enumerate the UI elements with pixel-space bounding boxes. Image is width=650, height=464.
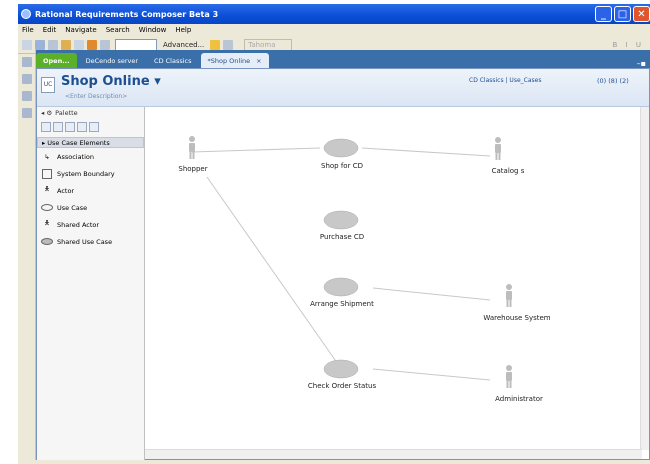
close-button[interactable]: ✕ [633,6,650,22]
properties-icon[interactable] [22,91,32,101]
grid-icon[interactable] [89,122,99,132]
breadcrumb[interactable]: CD Classics | Use_Cases [469,77,541,84]
title-bar: Rational Requirements Composer Beta 3 _ … [18,4,650,24]
palette: ◂ ⚙ Palette ▸ Use Case Elements ↳ Associa… [37,107,145,460]
menu-help[interactable]: Help [175,26,191,34]
format-buttons[interactable]: B I U [613,41,650,49]
palette-section-use-case-elements[interactable]: ▸ Use Case Elements [37,137,144,148]
explorer-icon[interactable] [22,74,32,84]
minimize-icon[interactable]: –▪ [637,59,650,68]
horizontal-scrollbar[interactable] [145,449,642,459]
actor-label-catalog[interactable]: Catalog s [492,167,525,175]
menu-navigate[interactable]: Navigate [65,26,96,34]
use-case-label-purchase[interactable]: Purchase CD [320,233,364,241]
actor-label-administrator[interactable]: Administrator [495,395,543,403]
diagram-editor: UC Shop Online ▾ <Enter Description> CD … [36,68,650,460]
maximize-button[interactable]: □ [614,6,631,22]
font-select[interactable]: Tahoma [244,38,293,51]
association-check-admin[interactable] [372,368,491,381]
actor-figure[interactable] [506,284,512,307]
menu-window[interactable]: Window [139,26,167,34]
use-case-label-check[interactable]: Check Order Status [308,382,376,390]
association-arrange-warehouse[interactable] [372,287,491,301]
print-icon[interactable] [48,39,58,50]
tab-decendo-server[interactable]: DeCendo server [79,53,145,68]
nav-icon[interactable] [223,39,234,50]
menu-edit[interactable]: Edit [43,26,57,34]
folder-icon[interactable] [61,39,71,50]
app-icon [21,9,31,19]
window-title: Rational Requirements Composer Beta 3 [35,9,219,19]
palette-tools [37,119,144,135]
palette-item-association[interactable]: ↳ Association [37,148,144,165]
shared-use-case-icon [41,238,53,245]
use-case-shape[interactable] [323,138,359,158]
left-trim [18,50,36,460]
use-case-shape[interactable] [323,359,359,379]
zoom-in-icon[interactable] [53,122,63,132]
palette-header: ◂ ⚙ Palette [41,109,78,117]
use-case-shape[interactable] [323,277,359,297]
run-icon[interactable] [87,39,97,50]
actor-label-warehouse[interactable]: Warehouse System [483,314,550,322]
editor-header: UC Shop Online ▾ <Enter Description> CD … [37,69,649,107]
zoom-out-icon[interactable] [65,122,75,132]
comment-counts[interactable]: (0) (8) (2) [597,77,629,85]
menu-search[interactable]: Search [106,26,130,34]
use-case-label-arrange[interactable]: Arrange Shipment [310,300,374,308]
association-shop-catalog[interactable] [361,147,491,157]
association-shopper-check[interactable] [206,176,341,368]
tab-shop-online[interactable]: *Shop Online × [200,53,269,68]
boundary-icon [41,168,53,179]
description-field[interactable]: <Enter Description> [65,93,127,100]
page-title[interactable]: Shop Online ▾ [61,74,161,89]
tab-cd-classics[interactable]: CD Classics [147,53,198,68]
palette-item-system-boundary[interactable]: System Boundary [37,165,144,182]
tab-open[interactable]: Open... [36,53,77,68]
actor-figure[interactable] [495,137,501,160]
actor-label-shopper[interactable]: Shopper [178,165,207,173]
history-icon[interactable] [22,108,32,118]
cut-icon[interactable] [74,39,84,50]
select-tool-icon[interactable] [41,122,51,132]
diagram-icon: UC [41,77,55,93]
search-icon[interactable] [100,39,110,50]
vertical-scrollbar[interactable] [640,107,649,450]
close-tab-icon[interactable]: × [256,57,261,65]
actor-figure[interactable] [506,365,512,388]
search-input[interactable] [115,38,157,51]
note-icon[interactable] [77,122,87,132]
palette-item-use-case[interactable]: Use Case [37,199,144,216]
menu-file[interactable]: File [22,26,34,34]
palette-item-shared-actor[interactable]: 🯅 Shared Actor [37,216,144,233]
actor-figure[interactable] [189,136,195,159]
shared-actor-icon: 🯅 [44,219,50,227]
editor-tabs: Open... DeCendo server CD Classics *Shop… [36,50,650,68]
diagram-canvas[interactable]: Shopper Catalog s Warehouse System Admin… [145,107,642,450]
menu-bar: File Edit Navigate Search Window Help [18,24,650,36]
association-icon: ↳ [44,152,50,161]
new-icon[interactable] [22,39,32,50]
use-case-label-shop[interactable]: Shop for CD [321,162,363,170]
association-shopper-shop[interactable] [191,147,321,153]
outline-icon[interactable] [22,57,32,67]
diagram-connections [189,136,512,388]
actor-icon: 🯅 [44,185,50,193]
save-icon[interactable] [35,39,45,50]
highlight-icon[interactable] [210,39,221,50]
minimize-button[interactable]: _ [595,6,612,22]
use-case-icon [41,204,53,211]
palette-item-actor[interactable]: 🯅 Actor [37,182,144,199]
use-case-shape[interactable] [323,210,359,230]
palette-item-shared-use-case[interactable]: Shared Use Case [37,233,144,250]
advanced-button[interactable]: Advanced... [163,41,204,49]
